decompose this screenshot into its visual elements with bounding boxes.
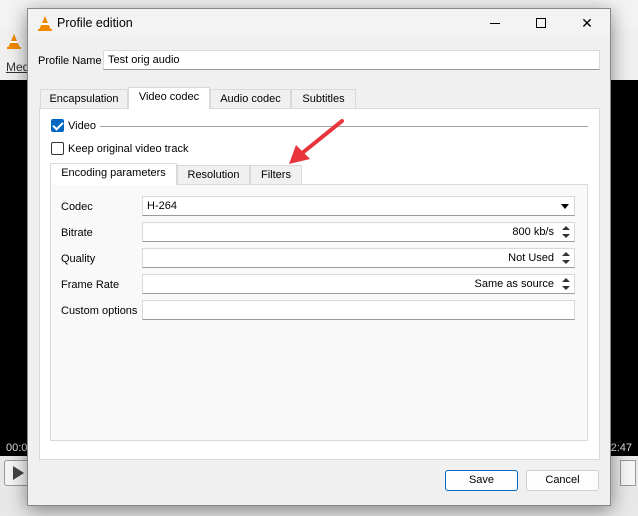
spin-down-icon: [562, 234, 570, 238]
background-time-total: 2:47: [610, 442, 632, 454]
tab-encapsulation[interactable]: Encapsulation: [40, 89, 128, 109]
maximize-icon: [536, 18, 546, 28]
chevron-down-icon: [561, 204, 569, 209]
tab-video-codec[interactable]: Video codec: [128, 87, 210, 109]
custom-options-input[interactable]: [142, 300, 575, 320]
encoding-parameters-panel: Codec H-264 Bitrate 800 kb/s Quality Not…: [50, 184, 588, 441]
dialog-titlebar: Profile edition ✕: [28, 9, 610, 37]
background-menu-hint: Med: [6, 60, 30, 74]
framerate-value: Same as source: [474, 278, 554, 290]
quality-spinbox[interactable]: Not Used: [142, 248, 575, 268]
custom-options-label: Custom options: [61, 305, 138, 317]
close-button[interactable]: ✕: [564, 9, 610, 37]
spin-down-icon: [562, 286, 570, 290]
tab-encoding-parameters[interactable]: Encoding parameters: [50, 163, 177, 185]
bitrate-value: 800 kb/s: [512, 226, 554, 238]
annotation-arrow-icon: [285, 118, 347, 171]
spin-up-icon: [562, 226, 570, 230]
tab-audio-codec[interactable]: Audio codec: [210, 89, 291, 109]
background-time-elapsed: 00:0: [6, 442, 28, 454]
spin-buttons[interactable]: [560, 250, 572, 266]
video-checkbox-label: Video: [68, 120, 96, 132]
spin-up-icon: [562, 252, 570, 256]
spin-buttons[interactable]: [560, 276, 572, 292]
vlc-cone-icon: [37, 15, 53, 34]
codec-value: H-264: [147, 200, 177, 212]
cancel-button[interactable]: Cancel: [526, 470, 599, 491]
quality-label: Quality: [61, 253, 96, 265]
dialog-title: Profile edition: [57, 16, 133, 30]
maximize-button[interactable]: [518, 9, 564, 37]
minimize-button[interactable]: [472, 9, 518, 37]
keep-original-label: Keep original video track: [68, 143, 189, 155]
keep-original-checkbox[interactable]: [51, 142, 64, 155]
profile-edition-dialog: Profile edition ✕ Profile Name Test orig…: [27, 8, 611, 506]
vlc-cone-icon: [6, 33, 22, 52]
bitrate-spinbox[interactable]: 800 kb/s: [142, 222, 575, 242]
framerate-spinbox[interactable]: Same as source: [142, 274, 575, 294]
spin-up-icon: [562, 278, 570, 282]
video-checkbox[interactable]: [51, 119, 64, 132]
minimize-icon: [490, 22, 500, 24]
background-side-button[interactable]: [620, 460, 636, 486]
codec-label: Codec: [61, 201, 93, 213]
quality-value: Not Used: [508, 252, 554, 264]
spin-buttons[interactable]: [560, 224, 572, 240]
framerate-label: Frame Rate: [61, 279, 120, 291]
tab-resolution[interactable]: Resolution: [177, 165, 250, 185]
spin-down-icon: [562, 260, 570, 264]
codec-select[interactable]: H-264: [142, 196, 575, 216]
bitrate-label: Bitrate: [61, 227, 93, 239]
profile-name-label: Profile Name: [38, 55, 102, 67]
tab-subtitles[interactable]: Subtitles: [291, 89, 356, 109]
close-icon: ✕: [581, 14, 593, 31]
save-button[interactable]: Save: [445, 470, 518, 491]
profile-name-input[interactable]: Test orig audio: [103, 50, 600, 70]
